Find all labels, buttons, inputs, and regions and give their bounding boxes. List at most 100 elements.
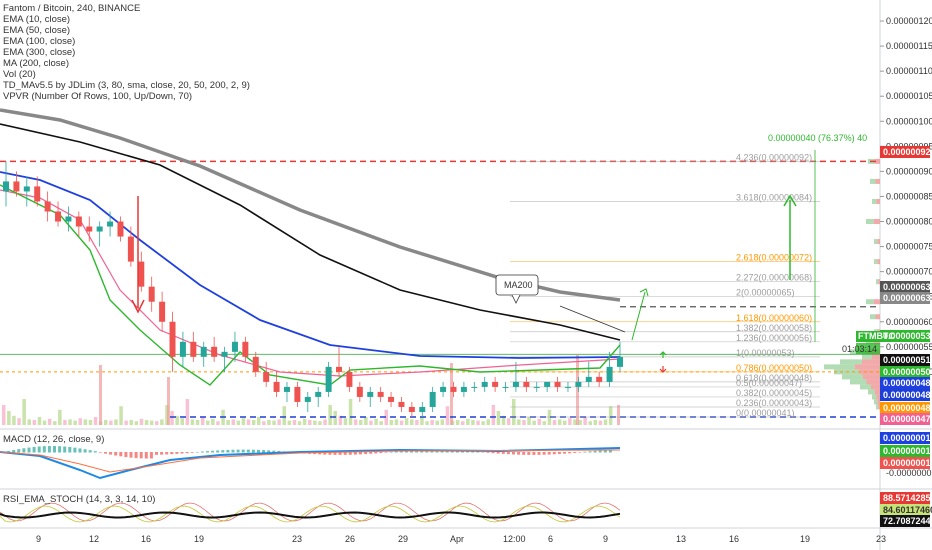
- price-tick-label: 0.00000120: [886, 16, 932, 26]
- volume-bar: [53, 421, 57, 425]
- volume-bar: [328, 405, 332, 425]
- symbol-title[interactable]: Fantom / Bitcoin, 240, BINANCE: [3, 3, 250, 14]
- macd-hist-bar: [180, 452, 184, 454]
- volume-bar: [440, 419, 445, 425]
- fib-level-label: 2.618(0.00000072): [736, 253, 812, 263]
- vpvr-row-down: [875, 314, 880, 320]
- volume-bar: [267, 420, 271, 425]
- macd-hist-bar: [481, 451, 485, 453]
- volume-bar: [313, 420, 317, 425]
- macd-hist-bar: [221, 450, 225, 453]
- volume-bar: [506, 418, 511, 425]
- price-tick-label: 0.00000055: [886, 342, 932, 352]
- volume-spike: [99, 365, 102, 425]
- macd-hist-bar: [563, 452, 566, 454]
- macd-hist-bar: [98, 452, 102, 453]
- volume-bar: [246, 419, 251, 425]
- vpvr-row-down: [877, 259, 880, 265]
- volume-bar: [568, 418, 572, 425]
- candle-body: [585, 376, 592, 382]
- candle-body: [252, 356, 259, 372]
- indicator-ema10[interactable]: EMA (10, close): [3, 14, 250, 25]
- volume-bar: [149, 420, 154, 425]
- candle-body: [471, 386, 478, 388]
- vpvr-row-down: [862, 359, 880, 365]
- volume-bar: [216, 421, 220, 425]
- indicator-vpvr[interactable]: VPVR (Number Of Rows, 100, Up/Down, 70): [3, 91, 250, 102]
- macd-hist-bar: [37, 446, 41, 453]
- rsi-badge-text: 72.70872444: [883, 516, 932, 526]
- candle-body: [179, 341, 186, 357]
- callout-text[interactable]: MA200: [504, 280, 533, 290]
- candle-body: [86, 226, 93, 232]
- vpvr-row-down: [877, 239, 880, 245]
- price-tick-label: 0.00000075: [886, 242, 932, 252]
- macd-hist-bar: [491, 452, 495, 454]
- indicator-ma200[interactable]: MA (200, close): [3, 58, 250, 69]
- volume-bar: [195, 420, 200, 425]
- volume-bar: [206, 420, 210, 425]
- macd-hist-bar: [27, 447, 31, 453]
- volume-bar: [124, 420, 128, 425]
- price-tick-label: 0.00000070: [886, 267, 932, 277]
- volume-bar: [88, 420, 93, 425]
- volume-bar: [2, 405, 6, 425]
- vpvr-row-down: [875, 178, 880, 184]
- volume-bar: [466, 418, 470, 425]
- macd-hist-bar: [384, 452, 388, 453]
- vpvr-row-down: [862, 374, 880, 380]
- price-badge-text: 0.00000050: [883, 367, 931, 377]
- volume-bar: [17, 418, 21, 425]
- volume-bar: [22, 399, 26, 425]
- indicator-volume[interactable]: Vol (20): [3, 69, 250, 80]
- volume-bar: [211, 418, 215, 425]
- macd-title[interactable]: MACD (12, 26, close, 9): [3, 434, 104, 445]
- down-signal-arrow: [659, 366, 667, 373]
- time-tick-label: Apr: [450, 534, 464, 544]
- volume-bar: [593, 420, 598, 425]
- volume-bar: [37, 417, 42, 425]
- time-tick-label: 29: [398, 534, 408, 544]
- macd-hist-bar: [78, 448, 82, 453]
- indicator-td-ma[interactable]: TD_MAv5.5 by JDLim (3, 80, sma, close, 2…: [3, 80, 250, 91]
- macd-hist-bar: [389, 451, 393, 453]
- vpvr-row-up: [866, 219, 874, 225]
- vpvr-row-down: [876, 394, 880, 400]
- macd-hist-bar: [93, 451, 97, 453]
- macd-hist-bar: [512, 452, 515, 455]
- volume-bar: [180, 418, 184, 425]
- volume-spike: [167, 377, 170, 425]
- vpvr-row-up: [874, 239, 878, 245]
- volume-bar: [200, 417, 205, 425]
- fib-level-label: 1.382(0.00000058): [736, 323, 812, 333]
- macd-hist-bar: [542, 452, 546, 455]
- candle-body: [169, 321, 176, 357]
- rsi-title[interactable]: RSI_EMA_STOCH (14, 3, 3, 14, 10): [3, 494, 155, 505]
- price-badge-text: 0.00000048: [883, 403, 931, 413]
- vpvr-row-down: [866, 379, 880, 385]
- time-tick-label: 23: [876, 534, 886, 544]
- macd-signal-line: [0, 449, 621, 473]
- volume-bar: [389, 420, 394, 425]
- macd-hist-bar: [369, 452, 373, 454]
- macd-hist-bar: [88, 450, 92, 453]
- macd-hist-bar: [190, 452, 194, 453]
- macd-hist-bar: [12, 450, 16, 453]
- ma200-callout: MA200: [495, 274, 539, 304]
- volume-bar: [333, 411, 337, 425]
- vpvr-row-up: [872, 394, 877, 400]
- candle-body: [429, 391, 436, 407]
- indicator-ema100[interactable]: EMA (100, close): [3, 36, 250, 47]
- macd-hist-bar: [501, 452, 505, 454]
- volume-bar: [93, 417, 98, 425]
- volume-bar: [588, 421, 592, 425]
- projection-arrow-line: [631, 291, 646, 341]
- vpvr-row-down: [874, 389, 880, 395]
- indicator-ema300[interactable]: EMA (300, close): [3, 47, 250, 58]
- volume-bar: [144, 420, 149, 425]
- volume-bar: [282, 406, 286, 425]
- macd-hist-bar: [114, 452, 118, 456]
- indicator-ema50[interactable]: EMA (50, close): [3, 25, 250, 36]
- candle-body: [606, 366, 613, 382]
- volume-bar: [68, 419, 72, 425]
